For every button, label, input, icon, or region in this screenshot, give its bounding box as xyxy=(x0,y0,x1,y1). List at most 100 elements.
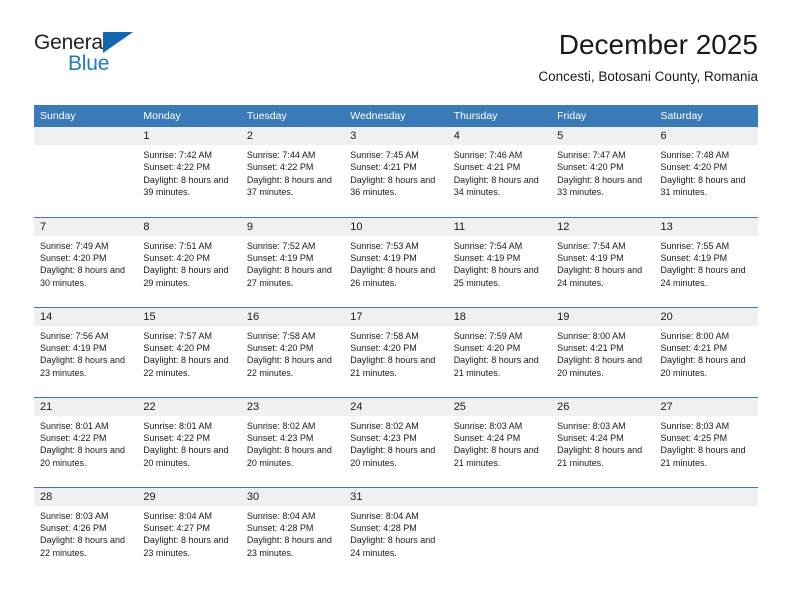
daylight-text: Daylight: 8 hours and 20 minutes. xyxy=(660,355,746,378)
day-details: Sunrise: 8:02 AM Sunset: 4:23 PM Daylight:… xyxy=(344,416,447,470)
sunset-text: Sunset: 4:19 PM xyxy=(660,252,728,263)
sunrise-text: Sunrise: 8:03 AM xyxy=(660,420,730,431)
day-details: Sunrise: 8:01 AM Sunset: 4:22 PM Daylight:… xyxy=(137,416,240,470)
day-number: 22 xyxy=(137,397,241,416)
calendar-day-cell[interactable]: 2 Sunrise: 7:44 AM Sunset: 4:22 PM Daylight… xyxy=(240,127,345,217)
day-details: Sunrise: 7:58 AM Sunset: 4:20 PM Daylight:… xyxy=(241,326,344,380)
calendar-day-cell[interactable]: 9 Sunrise: 7:52 AM Sunset: 4:19 PM Daylight… xyxy=(240,216,345,307)
calendar-day-cell[interactable]: 21 Sunrise: 8:01 AM Sunset: 4:22 PM Dayligh… xyxy=(34,396,138,487)
daylight-text: Daylight: 8 hours and 20 minutes. xyxy=(350,445,436,468)
day-number: 6 xyxy=(654,127,758,145)
calendar-day-cell[interactable]: 5 Sunrise: 7:47 AM Sunset: 4:20 PM Daylight… xyxy=(551,127,655,217)
calendar-day-cell[interactable]: 11 Sunrise: 7:54 AM Sunset: 4:19 PM Dayligh… xyxy=(447,216,552,307)
calendar-empty-cell xyxy=(551,486,655,577)
day-number: 24 xyxy=(344,397,448,416)
calendar-day-cell[interactable]: 15 Sunrise: 7:57 AM Sunset: 4:20 PM Dayligh… xyxy=(137,306,241,397)
day-details: Sunrise: 8:03 AM Sunset: 4:25 PM Daylight:… xyxy=(655,416,758,470)
day-number xyxy=(654,487,758,506)
weekday-header-tuesday: Tuesday xyxy=(240,105,345,127)
daylight-text: Daylight: 8 hours and 21 minutes. xyxy=(453,355,539,378)
logo-triangle-icon xyxy=(103,32,133,53)
page-header: General Blue December 2025 Concesti, Bot… xyxy=(34,28,758,98)
sunrise-text: Sunrise: 8:01 AM xyxy=(40,420,109,431)
day-number: 27 xyxy=(654,397,758,416)
day-number: 13 xyxy=(654,217,758,236)
day-number: 4 xyxy=(447,127,552,145)
sunrise-text: Sunrise: 7:45 AM xyxy=(350,150,419,160)
calendar-day-cell[interactable]: 13 Sunrise: 7:55 AM Sunset: 4:19 PM Dayligh… xyxy=(654,216,758,307)
weekday-header-saturday: Saturday xyxy=(654,105,758,127)
calendar-day-cell[interactable]: 29 Sunrise: 8:04 AM Sunset: 4:27 PM Dayligh… xyxy=(137,486,241,577)
sunrise-text: Sunrise: 8:02 AM xyxy=(350,420,419,431)
daylight-text: Daylight: 8 hours and 25 minutes. xyxy=(453,265,539,288)
calendar-day-cell[interactable]: 23 Sunrise: 8:02 AM Sunset: 4:23 PM Dayligh… xyxy=(240,396,345,487)
sunset-text: Sunset: 4:23 PM xyxy=(350,432,417,443)
sunset-text: Sunset: 4:28 PM xyxy=(350,522,417,533)
daylight-text: Daylight: 8 hours and 21 minutes. xyxy=(660,445,746,468)
sunset-text: Sunset: 4:20 PM xyxy=(350,342,417,353)
day-details: Sunrise: 7:47 AM Sunset: 4:20 PM Daylight:… xyxy=(551,145,654,199)
sunrise-text: Sunrise: 8:00 AM xyxy=(660,330,730,341)
day-details: Sunrise: 7:54 AM Sunset: 4:19 PM Daylight:… xyxy=(448,236,551,290)
day-details: Sunrise: 8:04 AM Sunset: 4:28 PM Daylight:… xyxy=(241,506,344,560)
calendar-day-cell[interactable]: 14 Sunrise: 7:56 AM Sunset: 4:19 PM Dayligh… xyxy=(34,306,138,397)
calendar-day-cell[interactable]: 26 Sunrise: 8:03 AM Sunset: 4:24 PM Dayligh… xyxy=(551,396,655,487)
day-details: Sunrise: 7:58 AM Sunset: 4:20 PM Daylight:… xyxy=(344,326,447,380)
sunrise-text: Sunrise: 7:52 AM xyxy=(246,240,316,251)
daylight-text: Daylight: 8 hours and 21 minutes. xyxy=(557,445,643,468)
day-details: Sunrise: 7:46 AM Sunset: 4:21 PM Daylight:… xyxy=(448,145,551,199)
calendar-day-cell[interactable]: 17 Sunrise: 7:58 AM Sunset: 4:20 PM Dayligh… xyxy=(344,306,448,397)
day-number: 8 xyxy=(137,217,241,236)
day-details: Sunrise: 7:52 AM Sunset: 4:19 PM Daylight:… xyxy=(241,236,344,290)
calendar-body: 1 Sunrise: 7:42 AM Sunset: 4:22 PM Daylight… xyxy=(34,127,758,577)
day-details: Sunrise: 8:01 AM Sunset: 4:22 PM Daylight:… xyxy=(34,416,137,470)
daylight-text: Daylight: 8 hours and 24 minutes. xyxy=(350,535,436,558)
calendar-empty-cell xyxy=(654,486,758,577)
day-number: 28 xyxy=(34,487,138,506)
day-number: 19 xyxy=(551,307,655,326)
calendar-day-cell[interactable]: 28 Sunrise: 8:03 AM Sunset: 4:26 PM Dayligh… xyxy=(34,486,138,577)
calendar-day-cell[interactable]: 27 Sunrise: 8:03 AM Sunset: 4:25 PM Dayligh… xyxy=(654,396,758,487)
sunrise-text: Sunrise: 8:01 AM xyxy=(143,420,212,431)
sunset-text: Sunset: 4:20 PM xyxy=(660,162,728,173)
sunrise-text: Sunrise: 7:54 AM xyxy=(453,240,523,251)
calendar-day-cell[interactable]: 1 Sunrise: 7:42 AM Sunset: 4:22 PM Daylight… xyxy=(137,127,241,217)
day-details: Sunrise: 8:03 AM Sunset: 4:24 PM Daylight:… xyxy=(551,416,654,470)
calendar-empty-cell xyxy=(447,486,552,577)
calendar-day-cell[interactable]: 31 Sunrise: 8:04 AM Sunset: 4:28 PM Dayligh… xyxy=(344,486,448,577)
day-number xyxy=(34,127,138,145)
calendar-day-cell[interactable]: 25 Sunrise: 8:03 AM Sunset: 4:24 PM Dayligh… xyxy=(447,396,552,487)
sunrise-text: Sunrise: 7:47 AM xyxy=(557,150,626,160)
calendar-day-cell[interactable]: 20 Sunrise: 8:00 AM Sunset: 4:21 PM Dayligh… xyxy=(654,306,758,397)
calendar-day-cell[interactable]: 18 Sunrise: 7:59 AM Sunset: 4:20 PM Dayligh… xyxy=(447,306,552,397)
calendar-day-cell[interactable]: 3 Sunrise: 7:45 AM Sunset: 4:21 PM Daylight… xyxy=(344,127,448,217)
daylight-text: Daylight: 8 hours and 30 minutes. xyxy=(40,265,126,288)
calendar-day-cell[interactable]: 10 Sunrise: 7:53 AM Sunset: 4:19 PM Dayligh… xyxy=(344,216,448,307)
calendar-day-cell[interactable]: 8 Sunrise: 7:51 AM Sunset: 4:20 PM Daylight… xyxy=(137,216,241,307)
daylight-text: Daylight: 8 hours and 36 minutes. xyxy=(350,174,436,198)
sunset-text: Sunset: 4:20 PM xyxy=(246,342,314,353)
day-number: 2 xyxy=(240,127,345,145)
day-details: Sunrise: 8:03 AM Sunset: 4:24 PM Daylight:… xyxy=(448,416,551,470)
sunset-text: Sunset: 4:25 PM xyxy=(660,432,728,443)
general-blue-logo[interactable]: General Blue xyxy=(34,31,214,87)
sunrise-text: Sunrise: 7:58 AM xyxy=(350,330,419,341)
calendar-day-cell[interactable]: 16 Sunrise: 7:58 AM Sunset: 4:20 PM Dayligh… xyxy=(240,306,345,397)
calendar-day-cell[interactable]: 30 Sunrise: 8:04 AM Sunset: 4:28 PM Dayligh… xyxy=(240,486,345,577)
day-number: 26 xyxy=(551,397,655,416)
day-number: 31 xyxy=(344,487,448,506)
calendar-day-cell[interactable]: 22 Sunrise: 8:01 AM Sunset: 4:22 PM Dayligh… xyxy=(137,396,241,487)
day-details: Sunrise: 8:02 AM Sunset: 4:23 PM Daylight:… xyxy=(241,416,344,470)
calendar-day-cell[interactable]: 12 Sunrise: 7:54 AM Sunset: 4:19 PM Dayligh… xyxy=(551,216,655,307)
calendar-day-cell[interactable]: 19 Sunrise: 8:00 AM Sunset: 4:21 PM Dayligh… xyxy=(551,306,655,397)
calendar-day-cell[interactable]: 6 Sunrise: 7:48 AM Sunset: 4:20 PM Daylight… xyxy=(654,127,758,217)
calendar-day-cell[interactable]: 4 Sunrise: 7:46 AM Sunset: 4:21 PM Daylight… xyxy=(447,127,552,217)
day-details: Sunrise: 8:04 AM Sunset: 4:27 PM Daylight:… xyxy=(137,506,240,560)
calendar-day-cell[interactable]: 7 Sunrise: 7:49 AM Sunset: 4:20 PM Daylight… xyxy=(34,216,138,307)
daylight-text: Daylight: 8 hours and 34 minutes. xyxy=(453,174,539,198)
day-details: Sunrise: 8:04 AM Sunset: 4:28 PM Daylight:… xyxy=(344,506,447,560)
sunset-text: Sunset: 4:28 PM xyxy=(246,522,314,533)
title-block: December 2025 Concesti, Botosani County,… xyxy=(538,28,758,87)
calendar-day-cell[interactable]: 24 Sunrise: 8:02 AM Sunset: 4:23 PM Dayligh… xyxy=(344,396,448,487)
daylight-text: Daylight: 8 hours and 20 minutes. xyxy=(246,445,332,468)
